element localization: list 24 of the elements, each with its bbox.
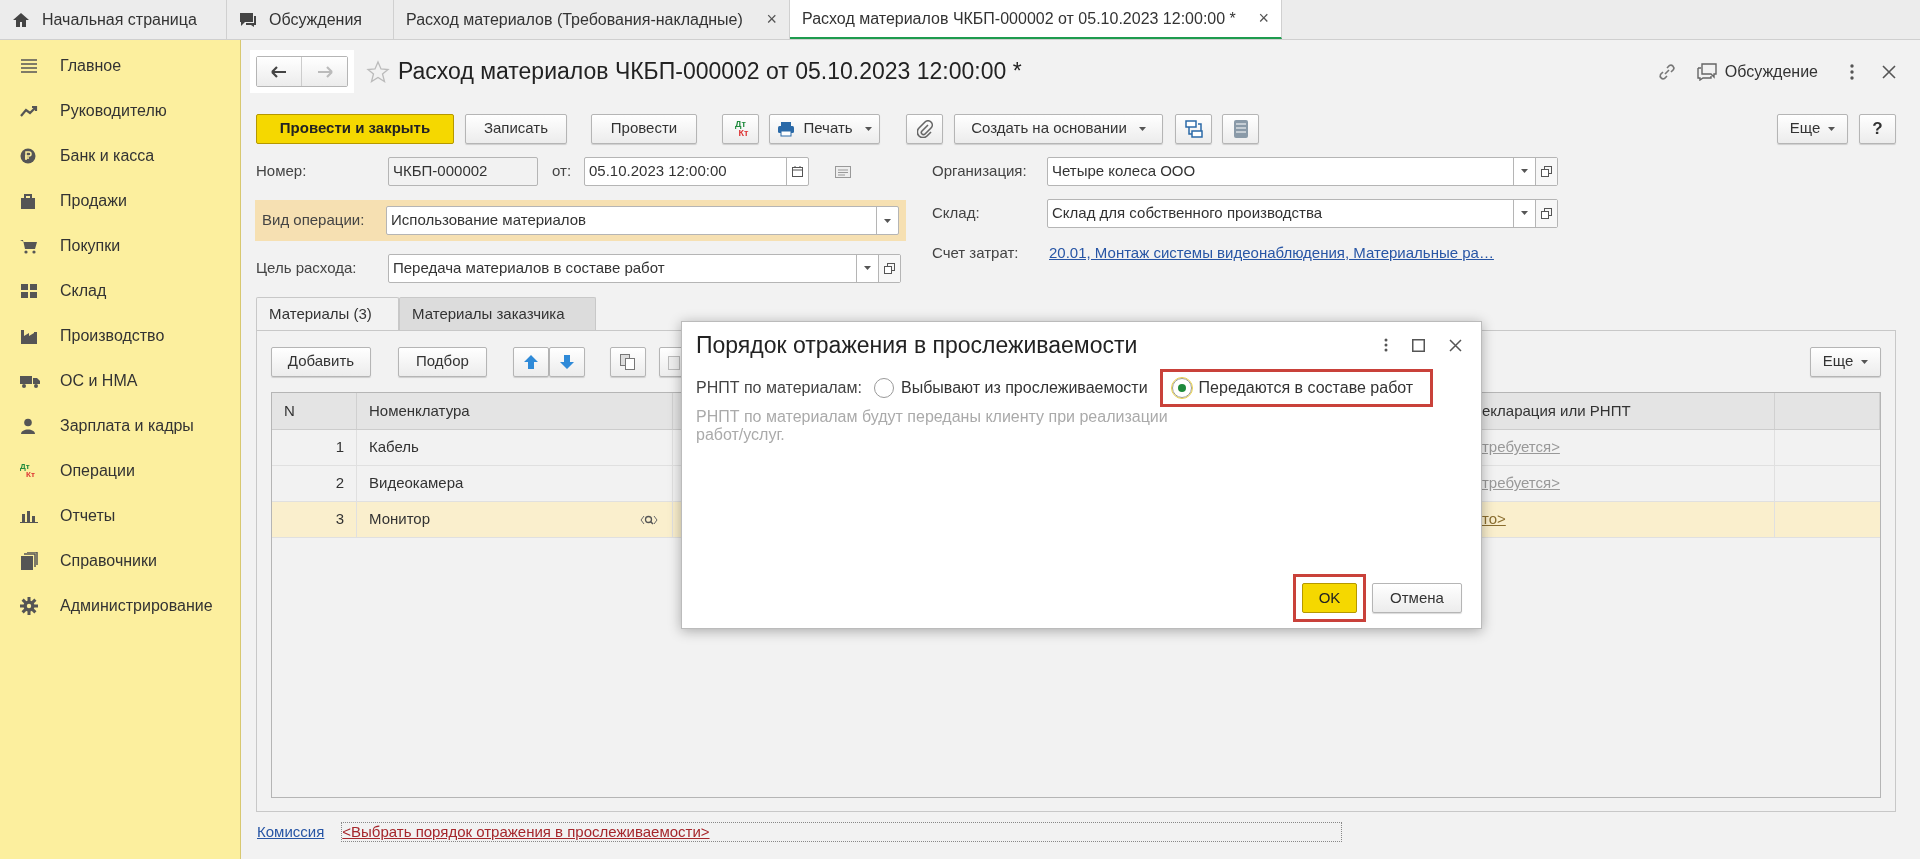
field-label: Счет затрат: xyxy=(932,242,1020,263)
table-cell-text: Видеокамера xyxy=(368,473,465,494)
table-cell-text: Кабель xyxy=(368,437,420,458)
field-label: РНПТ по материалам: xyxy=(696,378,862,398)
field-label: Цель расхода: xyxy=(256,257,358,278)
tab-label: Начальная страница xyxy=(42,9,197,30)
tab-label: Расход материалов (Требования-накладные) xyxy=(406,9,743,30)
table-cell: 3 xyxy=(272,502,357,537)
dialog-title: Порядок отражения в прослеживаемости xyxy=(696,330,1138,360)
field-label: Склад: xyxy=(932,202,981,223)
table-cell: 1 xyxy=(272,430,357,465)
tab-label: Обсуждения xyxy=(269,9,362,30)
tab-label: Расход материалов ЧКБП-000002 от 05.10.2023 12:00:00 * xyxy=(802,8,1236,29)
debit-credit-icon: Дт Кт xyxy=(20,462,35,479)
table-cell-text: Монитор xyxy=(368,509,432,530)
field-label: Организация: xyxy=(932,160,1028,181)
field-label: Вид операции: xyxy=(262,210,366,231)
column-header: N xyxy=(272,393,357,429)
hint-text: РНПТ по материалам будут переданы клиенту при реализации работ/услуг. xyxy=(696,408,1169,444)
column-header: Номенклатура xyxy=(357,393,673,429)
field-label: от: xyxy=(552,161,573,182)
table-cell: 2 xyxy=(272,466,357,501)
form-title: Расход материалов ЧКБП-000002 от 05.10.2023 12:00:00 * xyxy=(398,57,1022,87)
field-label: Номер: xyxy=(256,161,308,182)
